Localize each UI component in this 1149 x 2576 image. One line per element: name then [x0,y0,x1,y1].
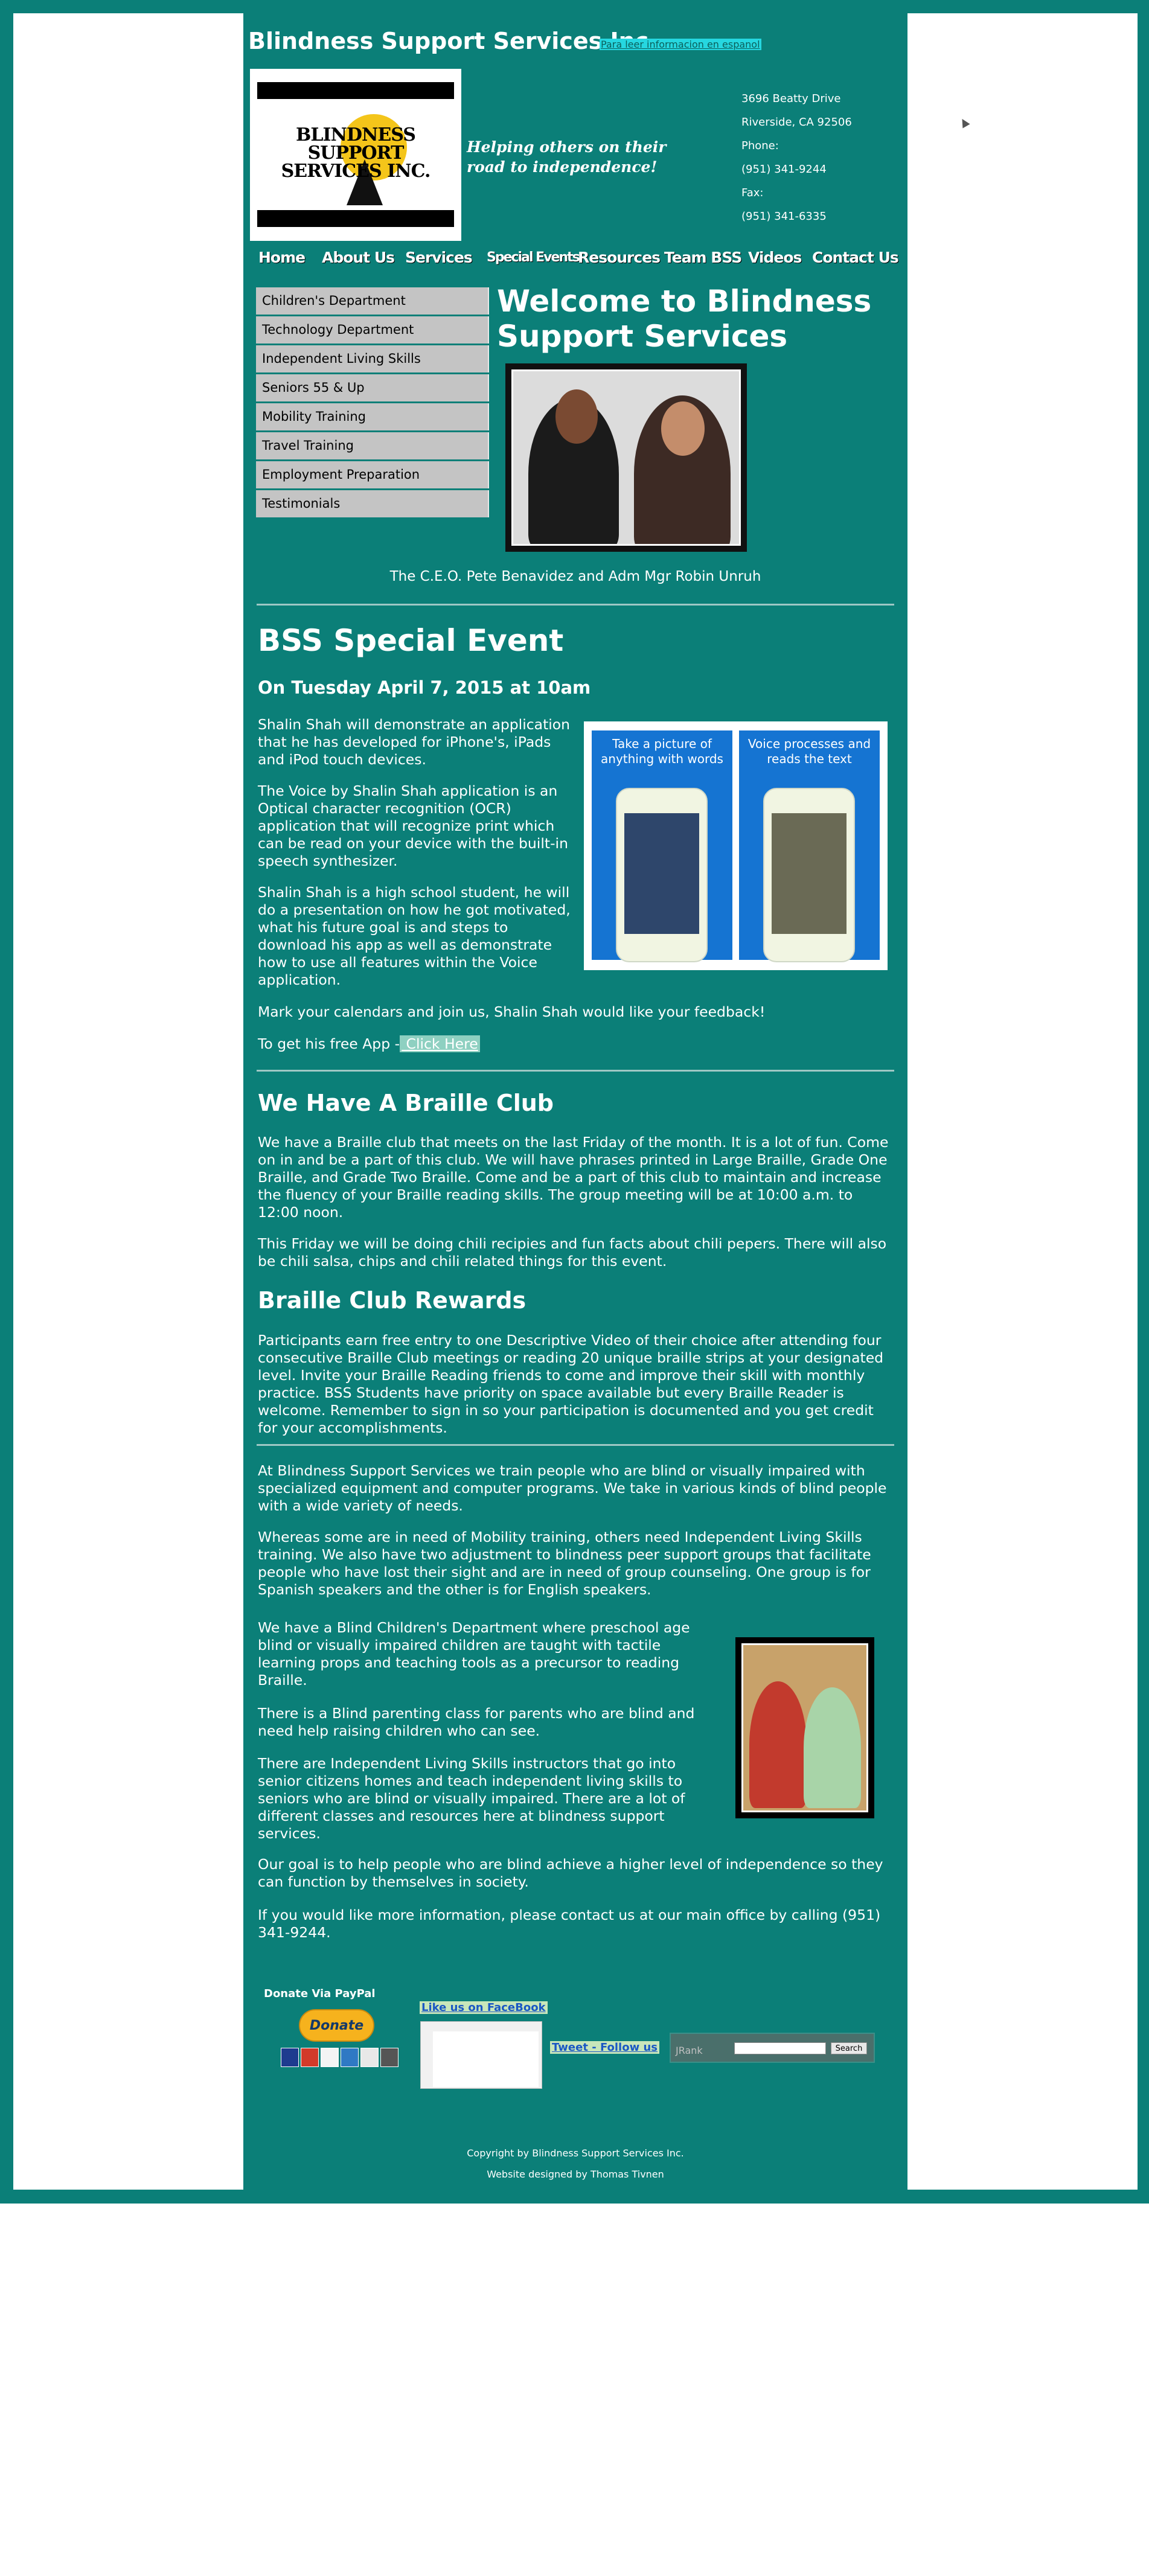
child-left [749,1681,807,1808]
card-icon [281,2048,299,2067]
phone-screen [772,813,847,934]
site-tagline: Helping others on their road to independ… [467,138,667,176]
bss-logo[interactable]: BLINDNESS SUPPORT SERVICES INC. THE ROAD… [250,69,461,241]
sidebar-item-employment-preparation[interactable]: Employment Preparation [256,461,489,488]
event-title: BSS Special Event [258,623,564,658]
nav-special-events[interactable]: Special Events [487,250,580,265]
card-icon [301,2048,319,2067]
contact-info: 3696 Beatty Drive Riverside, CA 92506 Ph… [741,87,852,228]
event-paragraph-4: Mark your calendars and join us, Shalin … [258,1003,766,1020]
fax-number: (951) 341-6335 [741,210,827,223]
jrank-search-widget: JRank Search [670,2033,875,2063]
divider [257,1444,894,1446]
about-paragraph-5: There are Independent Living Skills inst… [258,1755,685,1842]
ceo-photo-image [511,369,741,546]
braille-club-title: We Have A Braille Club [258,1090,554,1116]
person-left-face [555,389,598,444]
sidebar-item-testimonials[interactable]: Testimonials [256,490,489,517]
phone-label: Phone: [741,139,779,152]
sidebar-item-mobility-training[interactable]: Mobility Training [256,403,489,430]
facebook-link[interactable]: Like us on FaceBook [420,2001,548,2014]
ceo-photo [505,363,747,552]
children-photo-image [741,1643,868,1812]
spanish-language-link[interactable]: Para leer informacion en espanol [600,39,761,50]
address-line-1: 3696 Beatty Drive [741,92,841,105]
app-panel-left: Take a picture of anything with words [592,730,732,962]
logo-text: BLINDNESS SUPPORT SERVICES INC. [281,124,431,182]
welcome-title: Welcome to Blindness Support Services [497,284,872,354]
phone-number: (951) 341-9244 [741,163,827,176]
payment-cards-icon [281,2048,398,2067]
braille-paragraph-2: This Friday we will be doing chili recip… [258,1235,887,1270]
children-photo [735,1637,874,1818]
jrank-search-input[interactable] [734,2042,826,2054]
braille-rewards-text: Participants earn free entry to one Desc… [258,1332,884,1436]
sidebar-menu: Children's Department Technology Departm… [256,287,489,519]
ceo-caption: The C.E.O. Pete Benavidez and Adm Mgr Ro… [389,569,761,584]
phone-screen [624,813,699,934]
sidebar-item-seniors[interactable]: Seniors 55 & Up [256,374,489,401]
person-right-face [661,401,705,456]
event-paragraph-1: Shalin Shah will demonstrate an applicat… [258,716,571,768]
footer-copyright: Copyright by Blindness Support Services … [467,2147,684,2159]
address-line-2: Riverside, CA 92506 [741,116,852,129]
about-paragraph-4: There is a Blind parenting class for par… [258,1705,695,1739]
app-panel-right: Voice processes and reads the text [739,730,880,962]
nav-resources[interactable]: Resources [578,249,661,266]
card-icon [380,2048,398,2067]
logo-bar-top [257,82,454,99]
nav-about-us[interactable]: About Us [322,249,395,266]
footer-designer: Website designed by Thomas Tivnen [487,2169,664,2180]
event-paragraph-2: The Voice by Shalin Shah application is … [258,782,568,869]
nav-videos[interactable]: Videos [748,249,802,266]
nav-home[interactable]: Home [258,249,306,266]
free-app-click-here-link[interactable]: Click Here [400,1035,480,1052]
sidebar-item-technology-department[interactable]: Technology Department [256,316,489,344]
logo-tagline: THE ROAD TO INDEPENDENCE [280,213,432,223]
free-app-text: To get his free App - [258,1035,400,1052]
jrank-search-button[interactable]: Search [831,2042,867,2054]
site-title: Blindness Support Services Inc. [248,28,658,54]
event-date: On Tuesday April 7, 2015 at 10am [258,677,591,698]
fax-label: Fax: [741,187,764,199]
facebook-widget [420,2021,542,2089]
sidebar-item-independent-living-skills[interactable]: Independent Living Skills [256,345,489,372]
amex-icon [341,2048,359,2067]
paypal-donate-button[interactable]: Donate [299,2009,374,2042]
about-paragraph-6: Our goal is to help people who are blind… [258,1856,883,1890]
twitter-follow-link[interactable]: Tweet - Follow us [550,2041,660,2054]
left-margin-panel [13,13,243,2190]
main-content: Blindness Support Services Inc. Para lee… [243,13,907,2190]
divider [257,1070,894,1072]
phone-icon [763,788,855,962]
app-caption-left: Take a picture of anything with words [601,737,723,766]
child-right [804,1687,861,1808]
card-icon [360,2048,379,2067]
nav-services[interactable]: Services [405,249,473,266]
donate-title: Donate Via PayPal [264,1987,376,2000]
jrank-logo: JRank [676,2045,703,2056]
nav-contact-us[interactable]: Contact Us [812,249,899,266]
about-paragraph-1: At Blindness Support Services we train p… [258,1462,887,1514]
sidebar-item-travel-training[interactable]: Travel Training [256,432,489,459]
about-paragraph-7: If you would like more information, plea… [258,1906,881,1941]
right-margin-panel [907,13,1138,2190]
visa-icon [321,2048,339,2067]
about-paragraph-2: Whereas some are in need of Mobility tra… [258,1529,871,1598]
event-paragraph-3: Shalin Shah is a high school student, he… [258,884,571,988]
app-caption-right: Voice processes and reads the text [747,737,871,766]
divider [257,604,894,606]
braille-rewards-title: Braille Club Rewards [258,1287,526,1314]
facebook-widget-content [433,2031,539,2087]
phone-icon [616,788,708,962]
nav-team-bss[interactable]: Team BSS [664,249,742,266]
event-paragraph-5: To get his free App - Click Here [258,1035,892,1053]
sidebar-item-childrens-department[interactable]: Children's Department [256,287,489,315]
braille-paragraph-1: We have a Braille club that meets on the… [258,1134,889,1221]
voice-app-image: Take a picture of anything with words Vo… [584,721,888,970]
page-background: Blindness Support Services Inc. Para lee… [0,0,1149,2204]
about-paragraph-3: We have a Blind Children's Department wh… [258,1619,690,1689]
